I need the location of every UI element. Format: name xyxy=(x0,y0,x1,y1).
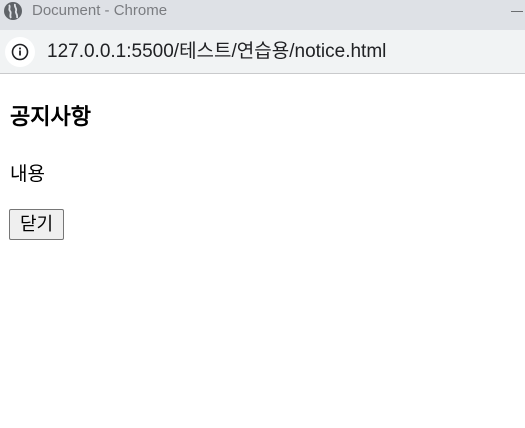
page-content: 공지사항 내용 닫기 xyxy=(0,74,525,428)
close-button[interactable]: 닫기 xyxy=(9,209,64,240)
notice-content: 내용 xyxy=(10,163,45,185)
url-text[interactable]: 127.0.0.1:5500/테스트/연습용/notice.html xyxy=(47,41,386,63)
minimize-button[interactable] xyxy=(507,0,525,22)
globe-icon xyxy=(3,1,23,21)
address-bar[interactable]: 127.0.0.1:5500/테스트/연습용/notice.html xyxy=(0,30,525,74)
window-title: Document - Chrome xyxy=(32,2,168,19)
info-icon xyxy=(11,43,29,61)
browser-window: Document - Chrome 127.0.0.1:5500/테스트/연습용… xyxy=(0,0,525,428)
title-bar: Document - Chrome xyxy=(0,0,525,30)
site-info-button[interactable] xyxy=(5,37,35,67)
page-heading: 공지사항 xyxy=(10,105,91,130)
